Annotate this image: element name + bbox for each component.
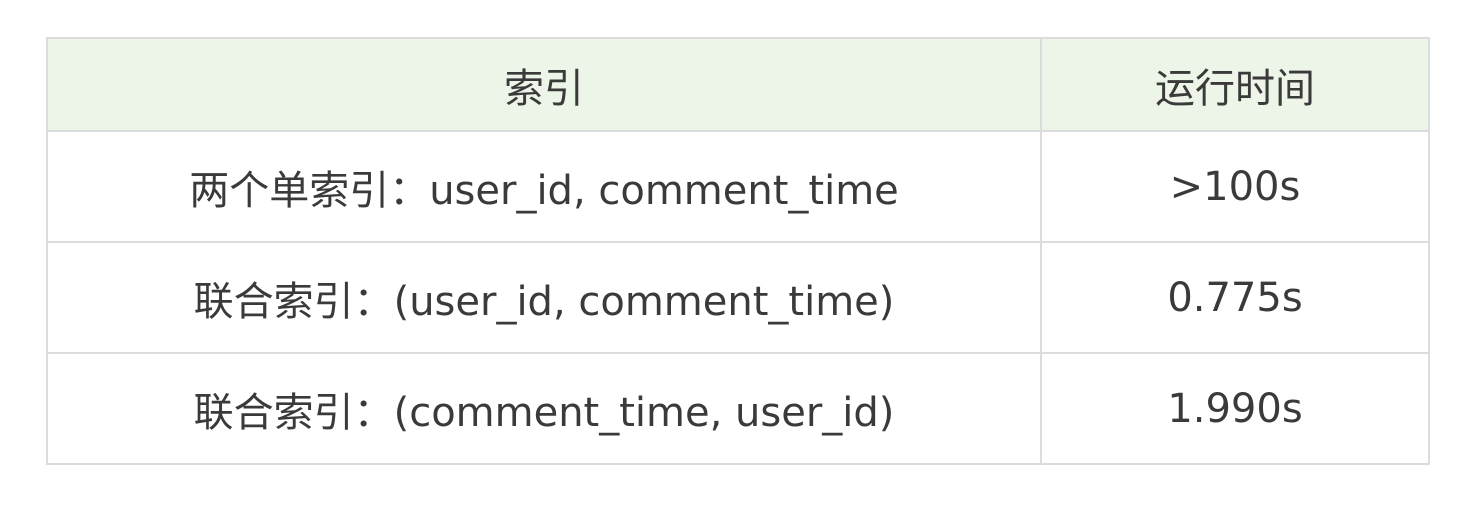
index-comparison-table-wrapper: 索引 运行时间 两个单索引：user_id, comment_time >100… (46, 37, 1430, 465)
table-row: 两个单索引：user_id, comment_time >100s (46, 130, 1430, 243)
table-row: 联合索引：(user_id, comment_time) 0.775s (46, 241, 1430, 354)
cell-index: 联合索引：(comment_time, user_id) (46, 352, 1042, 465)
index-comparison-table: 索引 运行时间 两个单索引：user_id, comment_time >100… (46, 37, 1430, 465)
table-row: 联合索引：(comment_time, user_id) 1.990s (46, 352, 1430, 465)
cell-runtime: 0.775s (1040, 241, 1430, 354)
header-runtime: 运行时间 (1040, 37, 1430, 132)
cell-runtime: 1.990s (1040, 352, 1430, 465)
cell-index: 联合索引：(user_id, comment_time) (46, 241, 1042, 354)
header-index: 索引 (46, 37, 1042, 132)
table-header-row: 索引 运行时间 (46, 37, 1430, 132)
cell-index: 两个单索引：user_id, comment_time (46, 130, 1042, 243)
cell-runtime: >100s (1040, 130, 1430, 243)
